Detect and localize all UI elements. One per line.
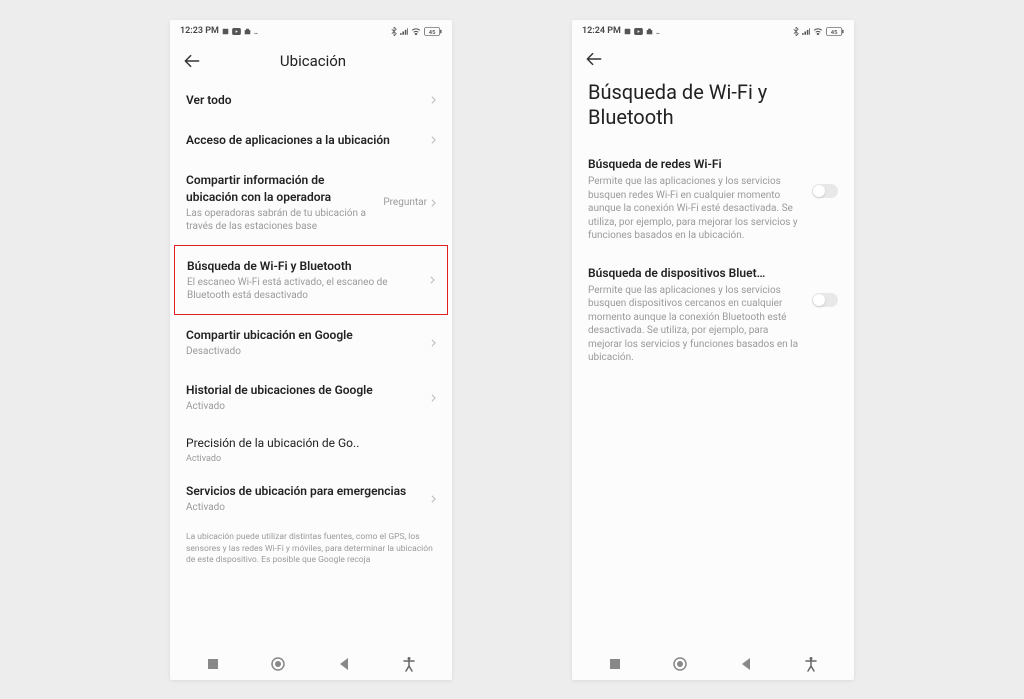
item-title: Acceso de aplicaciones a la ubicación	[186, 132, 425, 148]
nav-home-icon[interactable]	[270, 656, 286, 672]
app-icon	[244, 28, 251, 35]
item-title: Compartir ubicación en Google	[186, 327, 425, 343]
item-emergencias[interactable]: Servicios de ubicación para emergencias …	[184, 471, 438, 526]
item-title: Historial de ubicaciones de Google	[186, 382, 425, 398]
item-title: Precisión de la ubicación de Go..	[186, 435, 430, 451]
signal-icon	[802, 28, 810, 35]
setting-title: Búsqueda de dispositivos Bluet…	[588, 265, 804, 281]
status-bar: 12:24 PM ‥ 45	[572, 20, 854, 42]
item-precision-google[interactable]: Precisión de la ubicación de Go.. Activa…	[184, 425, 438, 471]
status-left: 12:24 PM ‥	[582, 26, 660, 36]
phone-left: 12:23 PM ‥ 45 Ubicación Ver todo Acceso …	[170, 20, 452, 680]
nav-home-icon[interactable]	[672, 656, 688, 672]
toggle-bluetooth-scan[interactable]	[812, 293, 838, 307]
chevron-right-icon	[431, 199, 436, 207]
notification-icon	[624, 28, 631, 35]
item-title: Servicios de ubicación para emergencias	[186, 483, 425, 499]
wifi-icon	[411, 28, 421, 35]
status-time: 12:23 PM	[180, 26, 219, 36]
item-sub: Desactivado	[186, 345, 425, 358]
nav-recent-icon[interactable]	[205, 656, 221, 672]
toggle-wifi-scan[interactable]	[812, 184, 838, 198]
item-acceso-apps[interactable]: Acceso de aplicaciones a la ubicación	[184, 120, 438, 160]
settings-list: Ver todo Acceso de aplicaciones a la ubi…	[170, 80, 452, 648]
item-title: Compartir información de ubicación con l…	[186, 172, 377, 204]
status-left: 12:23 PM ‥	[180, 26, 258, 36]
phone-right: 12:24 PM ‥ 45 Búsqueda de Wi-Fi y Blueto…	[572, 20, 854, 680]
status-right: 45	[793, 27, 844, 36]
item-sub: Las operadoras sabrán de tu ubicación a …	[186, 207, 377, 233]
item-busqueda-wifi-bluetooth[interactable]: Búsqueda de Wi-Fi y Bluetooth El escaneo…	[174, 245, 448, 315]
item-sub: Activado	[186, 501, 425, 514]
chevron-right-icon	[430, 276, 435, 284]
setting-desc: Permite que las aplicaciones y los servi…	[588, 175, 804, 243]
status-bar: 12:23 PM ‥ 45	[170, 20, 452, 42]
item-value: Preguntar	[383, 197, 427, 208]
item-sub: Activado	[186, 454, 430, 466]
item-sub: El escaneo Wi-Fi está activado, el escan…	[187, 276, 424, 302]
page-title: Búsqueda de Wi-Fi y Bluetooth	[586, 66, 840, 148]
more-icon: ‥	[656, 27, 660, 36]
nav-recent-icon[interactable]	[607, 656, 623, 672]
nav-back-icon[interactable]	[336, 656, 352, 672]
item-ver-todo[interactable]: Ver todo	[184, 80, 438, 120]
setting-bluetooth-scan[interactable]: Búsqueda de dispositivos Bluet… Permite …	[586, 257, 840, 379]
bluetooth-icon	[793, 27, 799, 36]
nav-accessibility-icon[interactable]	[401, 656, 417, 672]
chevron-right-icon	[431, 394, 436, 402]
setting-wifi-scan[interactable]: Búsqueda de redes Wi-Fi Permite que las …	[586, 148, 840, 257]
header	[572, 42, 854, 66]
chevron-right-icon	[431, 136, 436, 144]
item-sub: Activado	[186, 400, 425, 413]
status-right: 45	[391, 27, 442, 36]
svg-text:45: 45	[831, 29, 838, 35]
youtube-icon	[232, 28, 241, 35]
youtube-icon	[634, 28, 643, 35]
toggle-knob	[813, 294, 825, 306]
status-time: 12:24 PM	[582, 26, 621, 36]
setting-desc: Permite que las aplicaciones y los servi…	[588, 284, 804, 365]
bluetooth-icon	[391, 27, 397, 36]
item-compartir-google[interactable]: Compartir ubicación en Google Desactivad…	[184, 315, 438, 370]
back-icon[interactable]	[586, 52, 602, 66]
nav-bar	[170, 648, 452, 680]
item-historial-google[interactable]: Historial de ubicaciones de Google Activ…	[184, 370, 438, 425]
settings-content: Búsqueda de Wi-Fi y Bluetooth Búsqueda d…	[572, 66, 854, 648]
signal-icon	[400, 28, 408, 35]
item-title: Búsqueda de Wi-Fi y Bluetooth	[187, 258, 424, 274]
nav-back-icon[interactable]	[738, 656, 754, 672]
chevron-right-icon	[431, 495, 436, 503]
chevron-right-icon	[431, 96, 436, 104]
item-compartir-operadora[interactable]: Compartir información de ubicación con l…	[184, 160, 438, 244]
footer-text: La ubicación puede utilizar distintas fu…	[184, 526, 438, 566]
nav-accessibility-icon[interactable]	[803, 656, 819, 672]
item-title: Ver todo	[186, 92, 425, 108]
battery-icon: 45	[826, 27, 844, 36]
wifi-icon	[813, 28, 823, 35]
toggle-knob	[813, 185, 825, 197]
battery-icon: 45	[424, 27, 442, 36]
nav-bar	[572, 648, 854, 680]
setting-title: Búsqueda de redes Wi-Fi	[588, 156, 804, 172]
chevron-right-icon	[431, 339, 436, 347]
more-icon: ‥	[254, 27, 258, 36]
page-title: Ubicación	[218, 52, 408, 70]
notification-icon	[222, 28, 229, 35]
app-icon	[646, 28, 653, 35]
svg-text:45: 45	[429, 29, 436, 35]
header: Ubicación	[170, 42, 452, 80]
back-icon[interactable]	[184, 54, 200, 68]
